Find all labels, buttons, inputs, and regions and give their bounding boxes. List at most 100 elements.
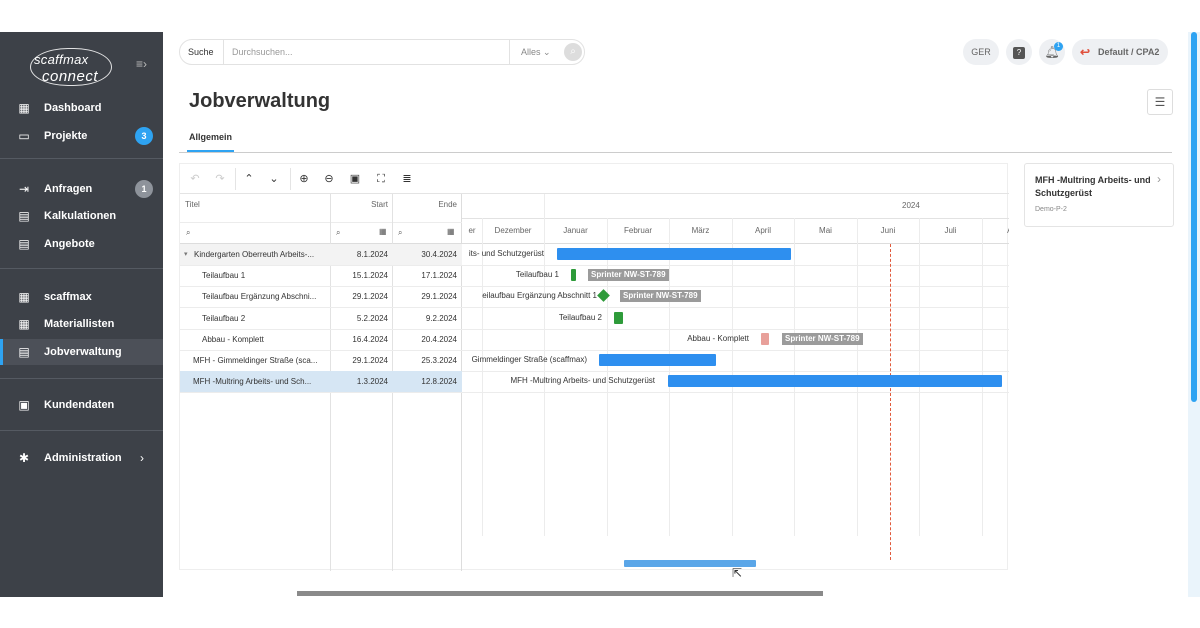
anfragen-count-badge: 1 bbox=[135, 180, 153, 198]
table-row[interactable]: Teilaufbau 1 15.1.2024 17.1.2024 bbox=[180, 265, 462, 286]
calculator-icon: ▤ bbox=[18, 209, 30, 223]
tab-allgemein[interactable]: Allgemein bbox=[189, 132, 232, 142]
row-end-date: 12.8.2024 bbox=[421, 377, 457, 386]
sidebar-item-materiallisten[interactable]: ▦ Materiallisten bbox=[0, 311, 163, 337]
row-end-date: 17.1.2024 bbox=[421, 271, 457, 280]
projekte-count-badge: 3 bbox=[135, 127, 153, 145]
table-row[interactable]: Kindergarten Oberreuth Arbeits-... ▾ 8.1.2… bbox=[180, 244, 462, 265]
zoom-to-fit-icon[interactable]: ▣ bbox=[348, 172, 362, 186]
task-bar[interactable] bbox=[599, 354, 716, 366]
column-header-title[interactable]: Titel bbox=[185, 200, 200, 228]
vertical-scrollbar-thumb[interactable] bbox=[1191, 32, 1197, 402]
job-detail-card[interactable]: MFH -Multring Arbeits- und Schutzgerüst … bbox=[1024, 163, 1174, 227]
bar-label: eilaufbau Ergänzung Abschnitt 1 bbox=[482, 291, 597, 300]
expand-toggle-icon[interactable]: ▾ bbox=[184, 244, 188, 265]
table-row[interactable]: Teilaufbau 2 5.2.2024 9.2.2024 bbox=[180, 308, 462, 329]
sidebar-item-scaffmax[interactable]: ▦ scaffmax bbox=[0, 284, 163, 310]
sidebar-item-jobverwaltung[interactable]: ▤ Jobverwaltung bbox=[0, 339, 163, 365]
undo-icon[interactable]: ↶ bbox=[188, 172, 202, 186]
sidebar-item-kundendaten[interactable]: ▣ Kundendaten bbox=[0, 392, 163, 418]
filter-icon: ☰ bbox=[1154, 95, 1166, 109]
gantt-grid: Titel Start Ende ⌕ ⌕ ▦ ⌕ ▦ Kindergarten … bbox=[180, 194, 462, 571]
row-title: MFH - Gimmeldinger Straße (sca... bbox=[193, 356, 318, 365]
month-label: Juli bbox=[944, 226, 957, 235]
task-bar[interactable] bbox=[571, 269, 576, 281]
start-filter-icon[interactable]: ⌕ bbox=[336, 228, 340, 238]
profile-button[interactable]: ↩ Default / CPA2 bbox=[1072, 39, 1168, 65]
search-input[interactable]: Durchsuchen... bbox=[232, 47, 293, 57]
collapse-menu-icon[interactable]: ≡› bbox=[136, 57, 147, 71]
task-bar[interactable] bbox=[614, 312, 623, 324]
bar-label: Gimmeldinger Straße (scaffmax) bbox=[471, 355, 587, 364]
title-filter-icon[interactable]: ⌕ bbox=[186, 228, 190, 238]
notification-badge: 1 bbox=[1054, 42, 1063, 51]
zoom-out-icon[interactable]: ⊖ bbox=[322, 172, 336, 186]
column-header-start[interactable]: Start bbox=[355, 200, 388, 228]
horizontal-scrollbar[interactable] bbox=[297, 591, 823, 596]
task-bar[interactable] bbox=[668, 375, 1002, 387]
column-header-end[interactable]: Ende bbox=[417, 200, 457, 228]
row-title: MFH -Multring Arbeits- und Sch... bbox=[193, 377, 312, 386]
month-label: Januar bbox=[563, 226, 588, 235]
row-start-date: 8.1.2024 bbox=[356, 250, 388, 259]
notifications-button[interactable]: 🔔︎ 1 bbox=[1039, 39, 1065, 65]
page-title: Jobverwaltung bbox=[189, 90, 331, 112]
month-label: Mai bbox=[819, 226, 832, 235]
bar-label: MFH -Multring Arbeits- und Schutzgerüst bbox=[510, 376, 656, 385]
row-start-date: 5.2.2024 bbox=[356, 314, 388, 323]
task-bar[interactable] bbox=[557, 248, 791, 260]
vehicle-tag[interactable]: Sprinter NW-ST-789 bbox=[782, 333, 863, 345]
table-row[interactable]: Abbau - Komplett 16.4.2024 20.4.2024 bbox=[180, 329, 462, 350]
row-start-date: 1.3.2024 bbox=[356, 377, 388, 386]
sidebar-item-anfragen[interactable]: ⇥ Anfragen 1 bbox=[0, 176, 163, 202]
year-label: 2024 bbox=[902, 201, 920, 210]
settings-list-icon[interactable]: ≣ bbox=[400, 172, 414, 186]
end-filter-icon[interactable]: ⌕ bbox=[398, 228, 402, 238]
end-calendar-icon[interactable]: ▦ bbox=[447, 227, 455, 236]
bar-label: Teilaufbau 1 bbox=[515, 270, 559, 279]
row-title: Teilaufbau 2 bbox=[202, 314, 246, 323]
zoom-in-icon[interactable]: ⊕ bbox=[297, 172, 311, 186]
card-title: MFH -Multring Arbeits- und Schutzgerüst bbox=[1035, 175, 1151, 198]
filter-button[interactable]: ☰ bbox=[1147, 89, 1173, 115]
briefcase-icon: ▭ bbox=[18, 129, 30, 143]
sidebar-item-dashboard[interactable]: ▦ Dashboard bbox=[0, 95, 163, 121]
chevron-right-icon: › bbox=[1157, 172, 1161, 186]
sidebar-item-angebote[interactable]: ▤ Angebote bbox=[0, 231, 163, 257]
search-scope-select[interactable]: Alles ⌄ bbox=[521, 47, 551, 58]
row-end-date: 29.1.2024 bbox=[421, 292, 457, 301]
gantt-chart: 2024 er Dezember Januar Februar März April Mai J… bbox=[462, 194, 1009, 571]
table-row[interactable]: Teilaufbau Ergänzung Abschni... 29.1.2024… bbox=[180, 286, 462, 307]
search-icon[interactable]: ⌕ bbox=[564, 43, 582, 61]
collapse-all-icon[interactable]: ⌃ bbox=[242, 172, 256, 186]
dashboard-icon: ▦ bbox=[18, 101, 30, 115]
sidebar-item-projekte[interactable]: ▭ Projekte 3 bbox=[0, 123, 163, 149]
redo-icon[interactable]: ↷ bbox=[213, 172, 227, 186]
vehicle-tag[interactable]: Sprinter NW-ST-789 bbox=[588, 269, 669, 281]
sidebar-item-kalkulationen[interactable]: ▤ Kalkulationen bbox=[0, 203, 163, 229]
mouse-cursor-icon: ⇱ bbox=[732, 566, 743, 580]
help-icon: ? bbox=[1013, 47, 1025, 59]
row-start-date: 29.1.2024 bbox=[352, 356, 388, 365]
month-label: März bbox=[691, 226, 710, 235]
row-end-date: 20.4.2024 bbox=[421, 335, 457, 344]
vehicle-tag[interactable]: Sprinter NW-ST-789 bbox=[620, 290, 701, 302]
start-calendar-icon[interactable]: ▦ bbox=[379, 227, 387, 236]
row-end-date: 9.2.2024 bbox=[425, 314, 457, 323]
gantt-panel: ↶ ↷ ⌃ ⌄ ⊕ ⊖ ▣ ⛶ ≣ Titel Start Ende ⌕ ⌕ ▦… bbox=[179, 163, 1009, 571]
language-button[interactable]: GER bbox=[963, 39, 999, 65]
table-row[interactable]: MFH - Gimmeldinger Straße (sca... 29.1.20… bbox=[180, 350, 462, 371]
task-bar[interactable] bbox=[761, 333, 769, 345]
table-row[interactable]: MFH -Multring Arbeits- und Sch... 1.3.202… bbox=[180, 371, 462, 392]
row-title: Kindergarten Oberreuth Arbeits-... bbox=[194, 250, 315, 259]
help-button[interactable]: ? bbox=[1006, 39, 1032, 65]
contacts-icon: ▣ bbox=[18, 398, 30, 412]
row-start-date: 16.4.2024 bbox=[352, 335, 388, 344]
document-icon: ▤ bbox=[18, 237, 30, 251]
sidebar-item-administration[interactable]: ✱ Administration › bbox=[0, 445, 163, 471]
expand-all-icon[interactable]: ⌄ bbox=[267, 172, 281, 186]
gantt-toolbar: ↶ ↷ ⌃ ⌄ ⊕ ⊖ ▣ ⛶ ≣ bbox=[180, 164, 1009, 194]
scaffmax-connect-logo[interactable]: scaffmax connect bbox=[30, 48, 115, 88]
app-frame: scaffmax connect ≡› ▦ Dashboard ▭ Projek… bbox=[0, 0, 1200, 628]
fullscreen-icon[interactable]: ⛶ bbox=[374, 172, 388, 186]
